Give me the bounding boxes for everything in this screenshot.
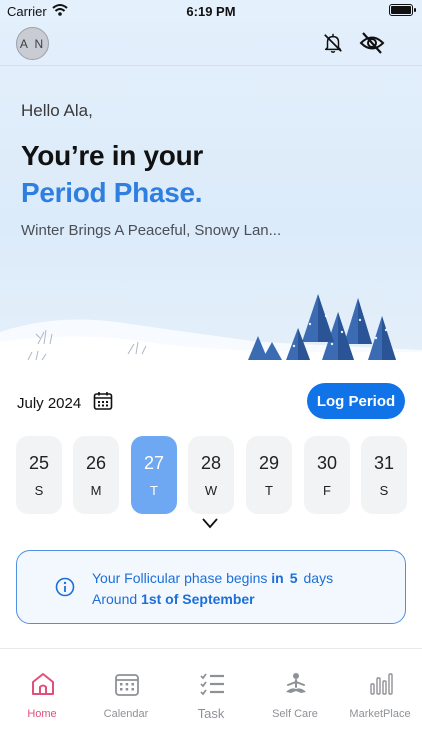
day-cell[interactable]: 31 S [361, 436, 407, 514]
tab-label: Calendar [103, 708, 149, 720]
weekday-label: F [323, 483, 331, 498]
greeting: Hello Ala, [21, 101, 93, 120]
hero-banner: A N Hello Ala, You’re in your Period Pha… [0, 22, 422, 360]
clock: 6:19 PM [186, 4, 236, 19]
info-icon [55, 577, 75, 597]
phase-description: Winter Brings A Peaceful, Snowy Lan... [21, 222, 282, 239]
day-cell[interactable]: 26 M [73, 436, 119, 514]
calendar-picker-icon[interactable] [93, 391, 113, 411]
header-divider [0, 65, 422, 66]
weekday-label: T [265, 483, 273, 498]
meditation-icon [286, 673, 306, 693]
bar-chart-icon [370, 673, 393, 695]
next-phase-date: Around 1st of September [92, 591, 255, 607]
checklist-icon [200, 673, 224, 696]
day-number: 25 [28, 453, 50, 473]
day-number: 31 [373, 453, 395, 473]
day-cell[interactable]: 28 W [188, 436, 234, 514]
weekday-label: S [379, 483, 389, 498]
winter-scene-illustration [0, 294, 422, 360]
bell-slash-icon[interactable] [322, 32, 344, 54]
tab-label: MarketPlace [349, 708, 411, 720]
day-number: 27 [143, 453, 165, 473]
next-phase-text: Your Follicular phase begins in 5 days [92, 570, 334, 586]
home-icon [32, 673, 54, 695]
day-number: 26 [85, 453, 107, 473]
tab-calendar[interactable]: Calendar [84, 649, 168, 729]
chevron-down-icon[interactable] [202, 517, 218, 529]
weekday-label: W [204, 483, 218, 498]
tab-label: Self Care [272, 708, 318, 720]
tab-label: Home [27, 708, 57, 720]
month-label: July 2024 [17, 395, 82, 412]
day-number: 30 [316, 453, 338, 473]
tab-marketplace[interactable]: MarketPlace [338, 649, 422, 729]
day-cell[interactable]: 29 T [246, 436, 292, 514]
day-number: 29 [258, 453, 280, 473]
avatar[interactable]: A N [16, 27, 49, 60]
battery-icon [389, 4, 416, 16]
calendar-icon [115, 674, 139, 696]
phase-name: Period Phase. [21, 177, 203, 208]
status-bar: Carrier 6:19 PM [0, 0, 422, 22]
tab-task[interactable]: Task [169, 649, 253, 729]
weekday-label: S [34, 483, 44, 498]
phase-info-card: Your Follicular phase begins in 5 days Aro… [16, 550, 406, 624]
bottom-tab-bar: Home Calendar Task Self Care MarketPlace [0, 648, 422, 750]
eye-slash-icon[interactable] [359, 31, 385, 55]
log-period-button[interactable]: Log Period [307, 383, 405, 419]
day-number: 28 [200, 453, 222, 473]
day-cell[interactable]: 25 S [16, 436, 62, 514]
weekday-label: T [150, 483, 158, 498]
weekday-label: M [90, 483, 102, 498]
tab-label: Task [197, 706, 225, 721]
day-cell-selected[interactable]: 27 T [131, 436, 177, 514]
tab-home[interactable]: Home [0, 649, 84, 729]
tab-self-care[interactable]: Self Care [253, 649, 337, 729]
phase-heading: You’re in your [21, 140, 203, 171]
day-cell[interactable]: 30 F [304, 436, 350, 514]
